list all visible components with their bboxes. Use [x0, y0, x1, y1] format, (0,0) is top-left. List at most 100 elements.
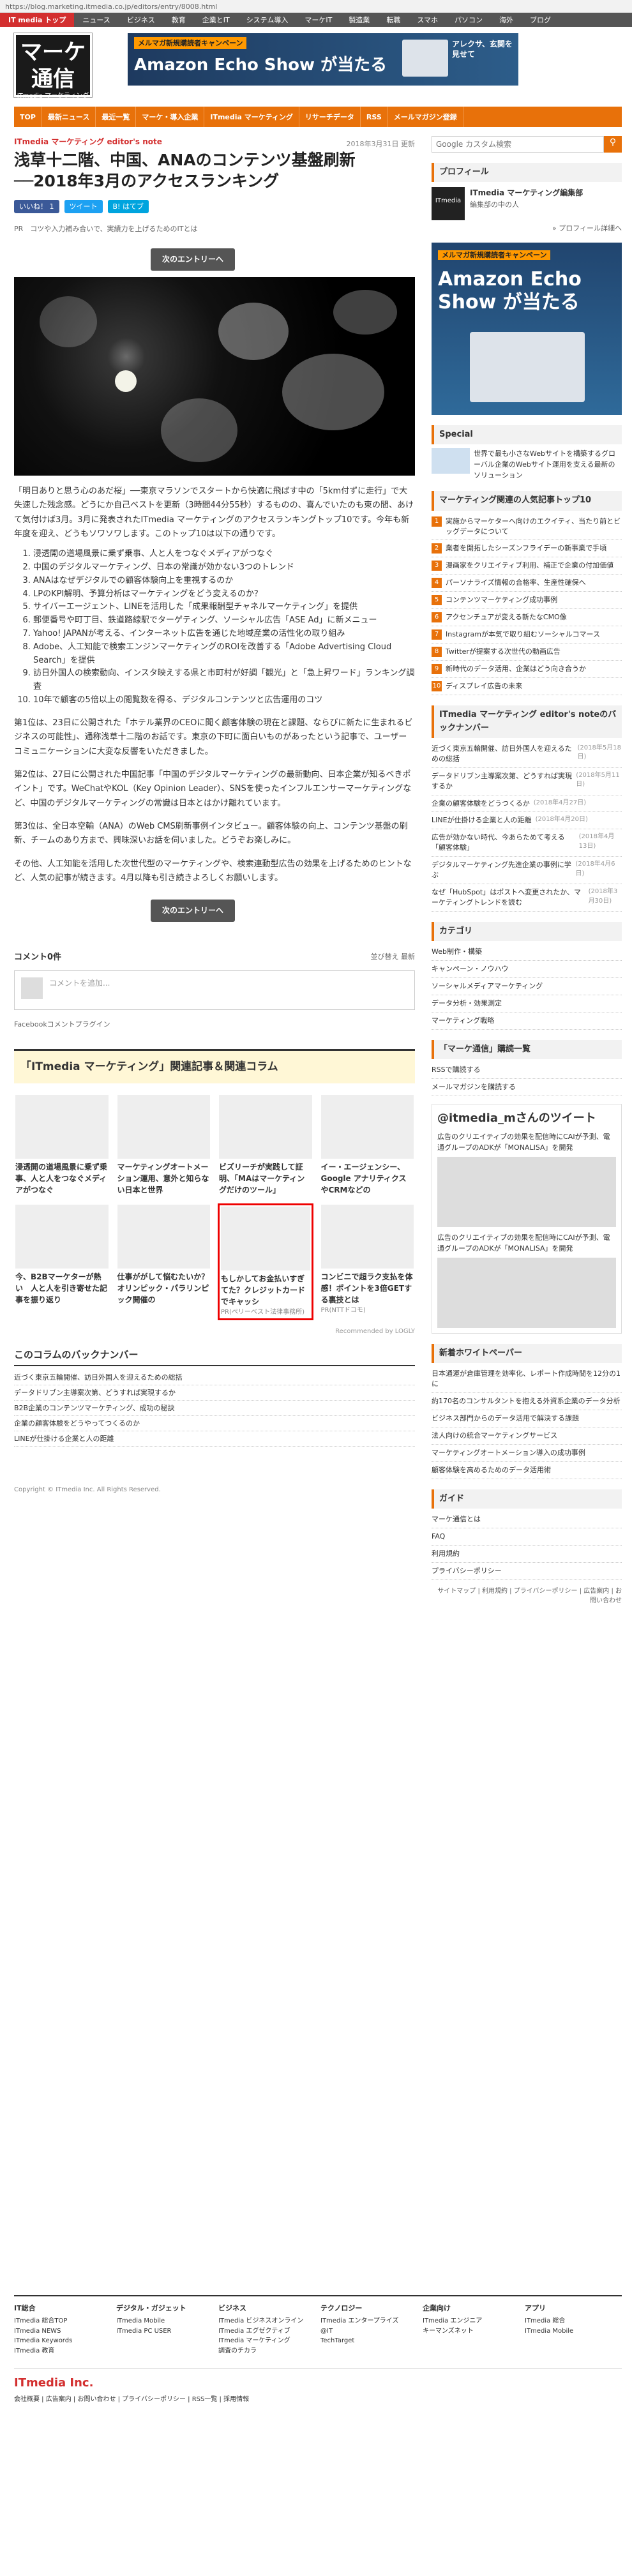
related-card[interactable]: マーケティングオートメーション運用、意外と知らない日本と世界: [116, 1094, 212, 1197]
share-button[interactable]: B! はてブ: [107, 200, 149, 214]
search-icon[interactable]: ⚲: [604, 136, 622, 153]
top-nav-item[interactable]: 教育: [163, 13, 194, 27]
next-entry-button-bottom[interactable]: 次のエントリーへ: [151, 900, 236, 922]
list-item[interactable]: ANAはなぜデジタルでの顧客体験向上を重視するのか: [33, 575, 415, 588]
ranking-item[interactable]: 5 コンテンツマーケティング成功事例: [432, 592, 622, 610]
ranking-item[interactable]: 1 実施からマーケターへ向けのエクイティ、当たり前とビッグデータについて: [432, 513, 622, 541]
global-nav-item[interactable]: TOP: [14, 107, 42, 127]
editor-backnumber-item[interactable]: 企業の顧客体験をどうつくるか (2018年4月27日): [432, 795, 622, 813]
related-card[interactable]: 仕事ががして悩むたいか？ オリンピック・パラリンピック開催の: [116, 1203, 212, 1320]
top-nav-item[interactable]: システム導入: [238, 13, 297, 27]
footer-link[interactable]: ITmedia Mobile: [525, 2326, 622, 2337]
list-item[interactable]: 10年で顧客の5倍以上の閲覧数を得る、デジタルコンテンツと広告運用のコツ: [33, 694, 415, 707]
list-item[interactable]: 訪日外国人の検索動向、インスタ映えする県と市町村が好調「観光」と「急上昇ワード」…: [33, 667, 415, 694]
top-nav-item[interactable]: 製造業: [340, 13, 378, 27]
footer-links[interactable]: 会社概要 | 広告案内 | お問い合わせ | プライバシーポリシー | RSS一…: [14, 2395, 622, 2405]
search-input[interactable]: [432, 136, 604, 153]
footer-link[interactable]: 調査のチカラ: [218, 2346, 315, 2356]
whitepaper-item[interactable]: ビジネス部門からのデータ活用で解決する課題: [432, 1410, 622, 1427]
top-nav-item[interactable]: スマホ: [409, 13, 446, 27]
ranking-item[interactable]: 3 漫画家をクリエイティブ利用、補正で企業の付加価値: [432, 557, 622, 575]
top-nav-item[interactable]: 転職: [378, 13, 409, 27]
header-ad-banner[interactable]: メルマガ新規購読者キャンペーン Amazon Echo Show が当たる アレ…: [128, 33, 518, 86]
footer-link[interactable]: ITmedia Mobile: [116, 2316, 213, 2326]
related-card[interactable]: イー・エージェンシー、Google アナリティクスやCRMなどの: [320, 1094, 416, 1197]
profile-more-link[interactable]: » プロフィール詳細へ: [432, 223, 622, 234]
list-item[interactable]: LPのKPI解明、予算分析はマーケティングをどう変えるのか？: [33, 588, 415, 601]
global-nav-item[interactable]: ITmedia マーケティング: [204, 107, 299, 127]
list-item[interactable]: Yahoo! JAPANが考える、インターネット広告を通じた地域産業の活性化の取…: [33, 628, 415, 641]
comment-input[interactable]: コメントを追加...: [49, 977, 110, 1003]
list-item[interactable]: 郵便番号や町丁目、鉄道路線駅でターゲティング、ソーシャル広告「ASE Ad」に新…: [33, 614, 415, 628]
top-nav-item[interactable]: 企業とIT: [194, 13, 238, 27]
footer-link[interactable]: ITmedia エグゼクティブ: [218, 2326, 315, 2337]
next-entry-button[interactable]: 次のエントリーへ: [151, 248, 236, 271]
footer-link[interactable]: ITmedia PC USER: [116, 2326, 213, 2337]
guide-item[interactable]: プライバシーポリシー: [432, 1563, 622, 1580]
footer-brand[interactable]: ITmedia Inc.: [14, 2376, 93, 2390]
footer-link[interactable]: @IT: [320, 2326, 418, 2337]
pr-line[interactable]: PR コツや入力補み合いで、実績力を上げるためのITとは: [14, 223, 415, 234]
site-logo[interactable]: マーケ 通信 ITmedia マーケティング: [14, 33, 92, 100]
editor-backnumber-item[interactable]: LINEが仕掛ける企業と人の距離 (2018年4月20日): [432, 812, 622, 830]
recommended-by[interactable]: Recommended by LOGLY: [14, 1327, 415, 1337]
footer-link[interactable]: ITmedia エンタープライズ: [320, 2316, 418, 2326]
category-item[interactable]: キャンペーン・ノウハウ: [432, 961, 622, 979]
top-nav-item[interactable]: ニュース: [74, 13, 118, 27]
editor-backnumber-item[interactable]: デジタルマーケティング先進企業の事例に学ぶ (2018年4月6日): [432, 857, 622, 885]
related-card[interactable]: ビズリーチが実践して証明、「MAはマーケティングだけのツール」: [218, 1094, 313, 1197]
global-nav-item[interactable]: RSS: [361, 107, 388, 127]
whitepaper-item[interactable]: 顧客体験を高めるためのデータ活用術: [432, 1462, 622, 1479]
global-nav-item[interactable]: マーケ・導入企業: [136, 107, 205, 127]
footer-link[interactable]: TechTarget: [320, 2336, 418, 2346]
list-item[interactable]: サイバーエージェント、LINEを活用した「成果報酬型チャネルマーケティング」を提…: [33, 601, 415, 614]
ranking-item[interactable]: 2 業者を開拓したシーズンフライデーの新事業で手頃: [432, 540, 622, 558]
whitepaper-item[interactable]: 法人向けの統合マーケティングサービス: [432, 1427, 622, 1445]
guide-item[interactable]: マーケ通信とは: [432, 1511, 622, 1528]
list-item[interactable]: 中国のデジタルマーケティング、日本の常識が効かない3つのトレンド: [33, 561, 415, 575]
backnumber-item[interactable]: 近づく東京五輪開催、訪日外国人を迎えるための総括: [14, 1370, 415, 1386]
footer-link[interactable]: ITmedia NEWS: [14, 2326, 111, 2337]
footer-link[interactable]: ITmedia マーケティング: [218, 2336, 315, 2346]
rss-item[interactable]: RSSで購読する: [432, 1062, 622, 1079]
guide-item[interactable]: 利用規約: [432, 1546, 622, 1563]
editor-backnumber-item[interactable]: なぜ「HubSpot」はポストへ変更されたか、マーケティングトレンドを読む (20…: [432, 884, 622, 912]
top-nav-item[interactable]: IT media トップ: [0, 13, 75, 27]
related-card[interactable]: コンビニで超ラク支払を体感！ポイントを3倍GETする裏技とは PR(NTTドコモ): [320, 1203, 416, 1320]
ranking-item[interactable]: 9 新時代のデータ活用、企業はどう向き合うか: [432, 661, 622, 679]
comments-sort-select[interactable]: 並び替え 最新: [371, 951, 416, 962]
sitemap-links[interactable]: サイトマップ | 利用規約 | プライバシーポリシー | 広告案内 | お問い合…: [432, 1586, 622, 1606]
footer-link[interactable]: ITmedia エンジニア: [423, 2316, 520, 2326]
backnumber-item[interactable]: LINEが仕掛ける企業と人の距離: [14, 1431, 415, 1447]
related-card[interactable]: もしかしてお金払いすぎてた？クレジットカードでキャッシ PR(ペリーベスト法律事務…: [218, 1203, 313, 1320]
rss-item[interactable]: メールマガジンを購読する: [432, 1079, 622, 1096]
tweet-text[interactable]: 広告のクリエイティブの効果を配信時にCAIが予測、電通グループのADKが「MON…: [437, 1232, 616, 1254]
footer-link[interactable]: ITmedia 教育: [14, 2346, 111, 2356]
editor-backnumber-item[interactable]: 近づく東京五輪開催、訪日外国人を迎えるための総括 (2018年5月18日): [432, 741, 622, 768]
sidebar-ad-banner[interactable]: メルマガ新規購読者キャンペーン Amazon Echo Show が当たる: [432, 243, 622, 416]
tweet-text[interactable]: 広告のクリエイティブの効果を配信時にCAIが予測、電通グループのADKが「MON…: [437, 1131, 616, 1153]
comment-box[interactable]: コメントを追加...: [14, 970, 415, 1011]
top-nav-item[interactable]: 海外: [491, 13, 522, 27]
whitepaper-item[interactable]: 日本通運が倉庫管理を効率化、レポート作成時間を12分の1に: [432, 1366, 622, 1393]
list-item[interactable]: 浸透開の道場風景に乗ず乗事、人と人をつなぐメディアがつなぐ: [33, 548, 415, 561]
global-nav-item[interactable]: 最近一覧: [96, 107, 137, 127]
whitepaper-item[interactable]: 約170名のコンサルタントを抱える外資系企業のデータ分析: [432, 1393, 622, 1410]
top-nav-item[interactable]: ビジネス: [119, 13, 163, 27]
related-card[interactable]: 今、B2Bマーケターが熱い 人と人を引き寄せた記事を振り返り: [14, 1203, 110, 1320]
ranking-item[interactable]: 4 パーソナライズ情報の合格率、生産性確保へ: [432, 575, 622, 592]
backnumber-item[interactable]: データドリブン主導案次第、どうすれば実現するか: [14, 1385, 415, 1401]
editor-backnumber-item[interactable]: データドリブン主導案次第、どうすれば実現するか (2018年5月11日): [432, 768, 622, 795]
global-nav-item[interactable]: リサーチデータ: [299, 107, 361, 127]
special-item[interactable]: 世界で最も小さなWebサイトを構築するグローバル企業のWebサイト運用を支える最…: [432, 448, 622, 481]
address-bar[interactable]: https://blog.marketing.itmedia.co.jp/edi…: [0, 0, 632, 13]
share-button[interactable]: いいね！ 1: [14, 200, 59, 214]
guide-item[interactable]: FAQ: [432, 1528, 622, 1546]
editor-backnumber-item[interactable]: 広告が効かない時代、今あらためて考える「顧客体験」 (2018年4月13日): [432, 829, 622, 857]
backnumber-item[interactable]: B2B企業のコンテンツマーケティング、成功の秘訣: [14, 1401, 415, 1417]
category-item[interactable]: ソーシャルメディアマーケティング: [432, 978, 622, 995]
global-nav-item[interactable]: 最新ニュース: [42, 107, 96, 127]
footer-link[interactable]: ITmedia 総合TOP: [14, 2316, 111, 2326]
category-item[interactable]: マーケティング戦略: [432, 1013, 622, 1030]
ranking-item[interactable]: 6 アクセンチュアが変える新たなCMO像: [432, 609, 622, 627]
